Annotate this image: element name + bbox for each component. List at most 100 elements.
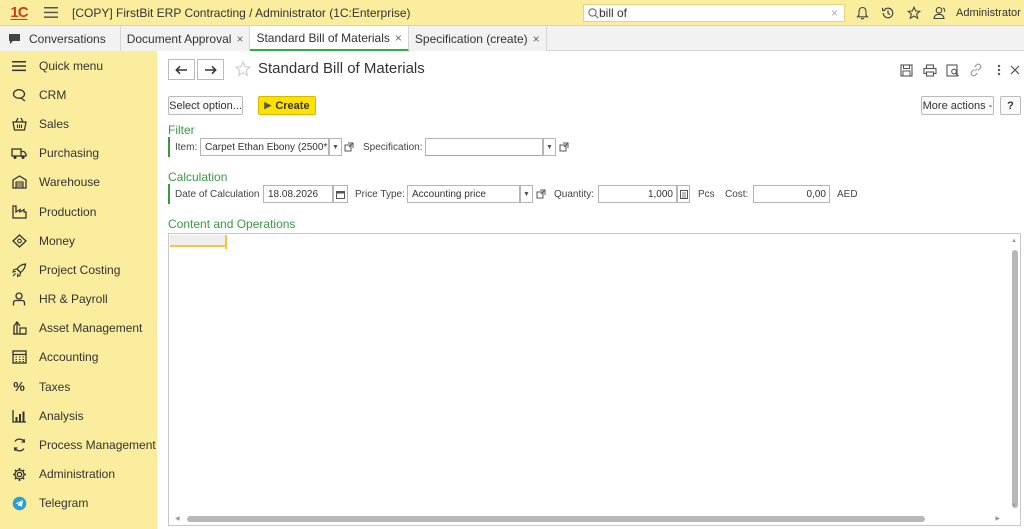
quantity-calculator-icon[interactable] bbox=[677, 185, 690, 203]
content-operations-section-title: Content and Operations bbox=[168, 217, 296, 231]
link-icon[interactable] bbox=[964, 61, 987, 79]
help-button[interactable]: ? bbox=[1000, 96, 1021, 115]
tab-label: Conversations bbox=[29, 31, 106, 46]
sidebar-item-project-costing[interactable]: Project Costing bbox=[0, 255, 157, 284]
percent-icon: % bbox=[13, 379, 25, 395]
bell-icon[interactable] bbox=[850, 0, 874, 26]
item-dropdown-button[interactable]: ▼ bbox=[329, 138, 342, 156]
create-button[interactable]: ▶ Create bbox=[258, 96, 316, 115]
top-icons: Administrator bbox=[850, 0, 1024, 26]
sidebar-item-crm[interactable]: CRM bbox=[0, 80, 157, 109]
sidebar-item-taxes[interactable]: % Taxes bbox=[0, 372, 157, 401]
scroll-down-arrow-icon[interactable]: ▼ bbox=[1011, 503, 1017, 509]
specification-label: Specification: bbox=[363, 142, 423, 153]
crm-icon bbox=[11, 87, 27, 103]
sidebar-item-quick-menu[interactable]: Quick menu bbox=[0, 51, 157, 80]
sidebar-item-label: HR & Payroll bbox=[39, 292, 108, 307]
item-field[interactable]: Carpet Ethan Ebony (2500*30 bbox=[200, 138, 329, 156]
sidebar-item-label: Administration bbox=[39, 467, 116, 482]
close-form-icon[interactable] bbox=[1010, 61, 1024, 79]
truck-icon bbox=[11, 145, 27, 161]
table-active-cell[interactable] bbox=[170, 235, 225, 247]
sidebar-item-label: Process Management bbox=[39, 438, 156, 453]
arrow-left-icon bbox=[175, 65, 187, 74]
sidebar-item-warehouse[interactable]: Warehouse bbox=[0, 168, 157, 197]
process-icon bbox=[11, 437, 27, 453]
scroll-right-arrow-icon[interactable]: ▶ bbox=[995, 515, 1000, 522]
sidebar-item-label: Warehouse bbox=[39, 175, 100, 190]
history-icon[interactable] bbox=[876, 0, 900, 26]
favorites-star-icon[interactable] bbox=[902, 0, 926, 26]
tab-standard-bill-of-materials[interactable]: Standard Bill of Materials × bbox=[250, 26, 409, 51]
sidebar-item-production[interactable]: Production bbox=[0, 197, 157, 226]
tab-specification-create[interactable]: Specification (create) × bbox=[408, 26, 547, 51]
sidebar: Quick menu CRM Sales Purchasing Warehous… bbox=[0, 51, 157, 529]
specification-open-icon[interactable] bbox=[558, 140, 570, 154]
search-clear-icon[interactable]: × bbox=[831, 6, 838, 20]
sidebar-item-purchasing[interactable]: Purchasing bbox=[0, 139, 157, 168]
price-type-field[interactable]: Accounting price bbox=[407, 185, 520, 203]
form-toolbar-icons bbox=[895, 61, 1024, 79]
quantity-label: Quantity: bbox=[554, 189, 595, 200]
chat-icon bbox=[9, 33, 20, 44]
item-open-icon[interactable] bbox=[343, 140, 355, 154]
tab-conversations[interactable]: Conversations bbox=[0, 26, 121, 51]
calculator-icon bbox=[11, 349, 27, 365]
print-icon[interactable] bbox=[918, 61, 941, 79]
back-button[interactable] bbox=[168, 59, 195, 80]
item-label: Item: bbox=[175, 142, 198, 153]
more-actions-button[interactable]: More actions - bbox=[921, 96, 994, 115]
specification-field[interactable] bbox=[425, 138, 543, 156]
sidebar-item-sales[interactable]: Sales bbox=[0, 109, 157, 138]
hamburger-menu-icon[interactable] bbox=[38, 0, 64, 26]
quantity-field[interactable]: 1,000 bbox=[598, 185, 677, 203]
unit-label: Pcs bbox=[698, 189, 715, 200]
tab-label: Document Approval bbox=[126, 31, 232, 46]
filter-group-bar bbox=[168, 137, 170, 157]
search-input[interactable] bbox=[599, 6, 819, 20]
play-icon: ▶ bbox=[264, 100, 272, 110]
content-operations-table[interactable]: ▲ ▼ ◀ ▶ bbox=[168, 233, 1021, 526]
sidebar-item-administration[interactable]: Administration bbox=[0, 460, 157, 489]
sidebar-item-telegram[interactable]: Telegram bbox=[0, 489, 157, 518]
horizontal-scrollbar[interactable] bbox=[187, 516, 925, 522]
sidebar-item-asset-management[interactable]: Asset Management bbox=[0, 314, 157, 343]
sidebar-item-process-management[interactable]: Process Management bbox=[0, 430, 157, 459]
preview-icon[interactable] bbox=[941, 61, 964, 79]
select-option-button[interactable]: Select option... bbox=[168, 96, 243, 115]
sidebar-item-label: Project Costing bbox=[39, 262, 121, 277]
arrow-right-icon bbox=[205, 65, 217, 74]
save-icon[interactable] bbox=[895, 61, 918, 79]
filter-section-title: Filter bbox=[168, 123, 195, 137]
app-logo[interactable]: 1С bbox=[4, 0, 34, 26]
cost-field[interactable]: 0,00 bbox=[753, 185, 830, 203]
close-icon[interactable]: × bbox=[395, 31, 402, 45]
sidebar-item-label: Sales bbox=[39, 116, 70, 131]
calendar-icon[interactable] bbox=[333, 185, 348, 203]
sidebar-item-money[interactable]: Money bbox=[0, 226, 157, 255]
sidebar-item-hr-payroll[interactable]: HR & Payroll bbox=[0, 285, 157, 314]
cost-label: Cost: bbox=[725, 189, 749, 200]
warehouse-icon bbox=[11, 174, 27, 190]
person-icon bbox=[11, 291, 27, 307]
sidebar-item-accounting[interactable]: Accounting bbox=[0, 343, 157, 372]
favorite-star-icon[interactable] bbox=[234, 60, 252, 80]
scroll-left-arrow-icon[interactable]: ◀ bbox=[175, 515, 180, 522]
scroll-up-arrow-icon[interactable]: ▲ bbox=[1011, 238, 1017, 244]
vertical-scrollbar[interactable] bbox=[1012, 250, 1018, 508]
date-of-calculation-field[interactable]: 18.08.2026 bbox=[263, 185, 333, 203]
price-type-dropdown-button[interactable]: ▼ bbox=[520, 185, 533, 203]
more-vertical-icon[interactable] bbox=[987, 61, 1010, 79]
search-icon bbox=[588, 7, 599, 19]
global-search[interactable]: × bbox=[583, 4, 845, 22]
price-type-open-icon[interactable] bbox=[535, 187, 547, 201]
close-icon[interactable]: × bbox=[236, 32, 243, 46]
forward-button[interactable] bbox=[197, 59, 224, 80]
specification-dropdown-button[interactable]: ▼ bbox=[543, 138, 556, 156]
user-name[interactable]: Administrator bbox=[956, 7, 1021, 19]
close-icon[interactable]: × bbox=[533, 32, 540, 46]
users-icon[interactable] bbox=[928, 0, 952, 26]
price-type-label: Price Type: bbox=[355, 189, 405, 200]
sidebar-item-analysis[interactable]: Analysis bbox=[0, 401, 157, 430]
tab-document-approval[interactable]: Document Approval × bbox=[120, 26, 251, 51]
